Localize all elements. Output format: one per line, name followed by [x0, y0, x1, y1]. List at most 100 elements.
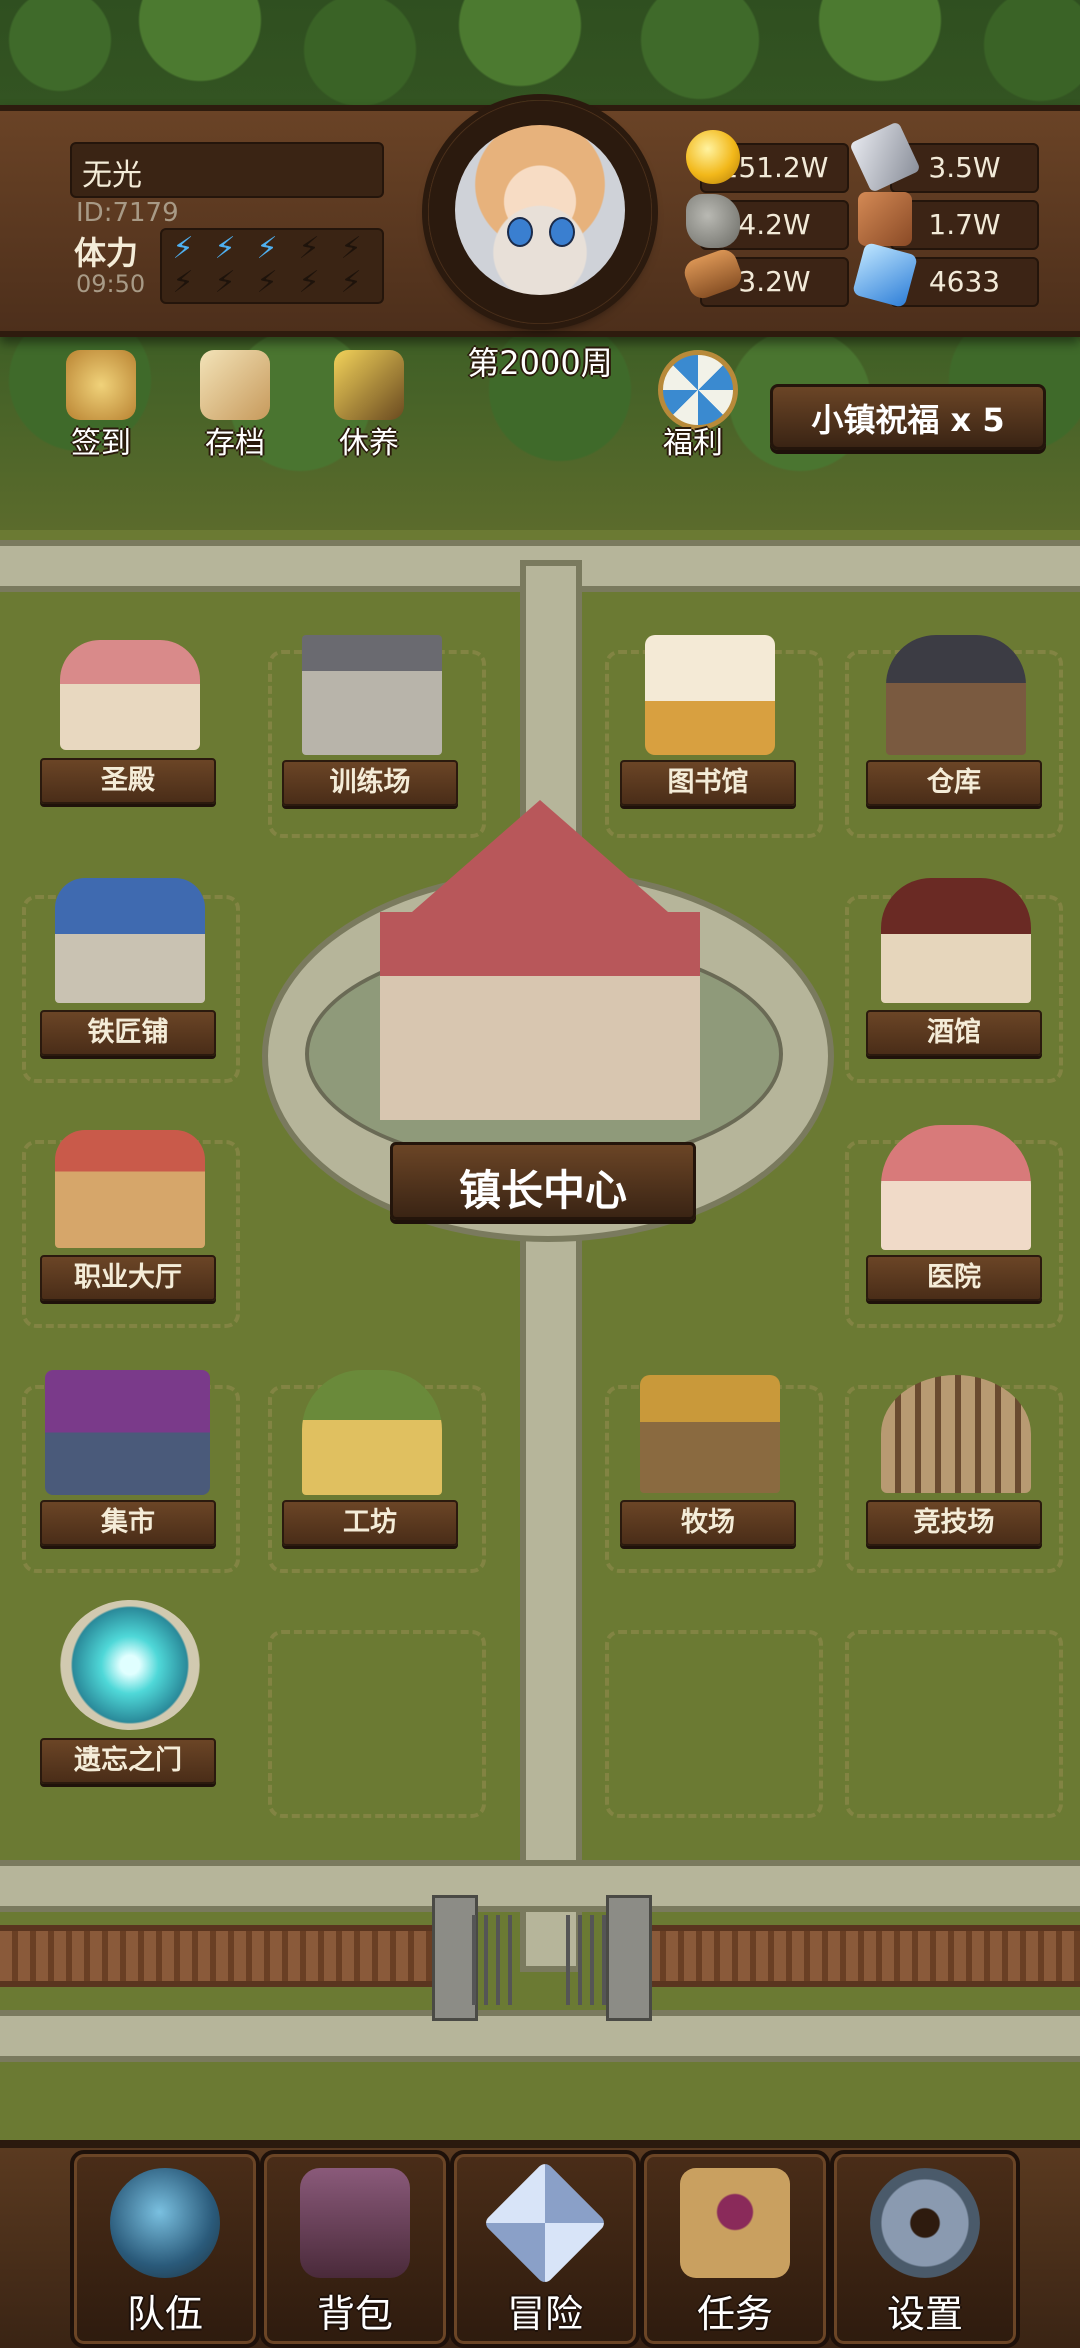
- stamina-label: 体力: [74, 234, 139, 272]
- gate-door-right: [566, 1915, 606, 2005]
- stamina-meter: ⚡ ⚡ ⚡ ⚡ ⚡ ⚡ ⚡ ⚡ ⚡ ⚡: [160, 228, 384, 304]
- nav-bag-label: 背包: [316, 2292, 393, 2336]
- avatar[interactable]: [455, 125, 625, 295]
- welfare-label: 福利: [663, 426, 723, 461]
- gate-post-right: [606, 1895, 652, 2021]
- rest-button[interactable]: 休养: [314, 350, 424, 461]
- ranch-label: 牧场: [620, 1500, 796, 1546]
- town-blessing-button[interactable]: 小镇祝福 x 5: [770, 384, 1046, 450]
- hospital-label: 医院: [866, 1255, 1042, 1301]
- tavern-building[interactable]: 酒馆: [866, 870, 1046, 1060]
- library-building[interactable]: 图书馆: [620, 625, 800, 815]
- portal-building[interactable]: 遗忘之门: [40, 1590, 220, 1790]
- job-hall-label: 职业大厅: [40, 1255, 216, 1301]
- training-building[interactable]: 训练场: [282, 625, 462, 815]
- sign-in-button[interactable]: 签到: [46, 350, 156, 461]
- helmet-icon: [110, 2168, 220, 2278]
- quest-scroll-icon: [680, 2168, 790, 2278]
- tavern-icon: [881, 878, 1031, 1003]
- portal-label: 遗忘之门: [40, 1738, 216, 1784]
- nav-team-button[interactable]: 队伍: [70, 2150, 260, 2348]
- empty-plot-3[interactable]: [845, 1630, 1063, 1818]
- shrine-label: 圣殿: [40, 758, 216, 804]
- arena-building[interactable]: 竞技场: [866, 1360, 1046, 1550]
- fence-right: [630, 1925, 1080, 1987]
- leather-icon: [858, 192, 912, 246]
- arena-colosseum-icon: [881, 1375, 1031, 1493]
- welfare-button[interactable]: 福利: [638, 350, 748, 461]
- tavern-label: 酒馆: [866, 1010, 1042, 1056]
- market-tent-icon: [45, 1370, 210, 1495]
- rest-scroll-icon: [334, 350, 404, 420]
- market-building[interactable]: 集市: [40, 1360, 220, 1550]
- player-id: ID:7179: [76, 198, 179, 228]
- sign-in-icon: [66, 350, 136, 420]
- week-label: 第2000周: [467, 344, 613, 382]
- workshop-icon: [302, 1370, 442, 1495]
- save-button[interactable]: 存档: [180, 350, 290, 461]
- stone-icon: [686, 194, 740, 248]
- stamina-bolt-filled-icon: ⚡: [172, 231, 194, 266]
- workshop-label: 工坊: [282, 1500, 458, 1546]
- town-hall-label: 镇长中心: [458, 1166, 627, 1215]
- stamina-bolt-empty-icon: ⚡: [172, 265, 194, 300]
- avatar-eye-left: [507, 217, 533, 247]
- nav-quest-button[interactable]: 任务: [640, 2150, 830, 2348]
- blacksmith-label: 铁匠铺: [40, 1010, 216, 1056]
- save-label: 存档: [205, 426, 265, 461]
- gate-door-left: [472, 1915, 512, 2005]
- player-name-panel[interactable]: 无光: [70, 142, 384, 198]
- rest-label: 休养: [339, 426, 399, 461]
- gear-icon: [870, 2168, 980, 2278]
- blacksmith-building[interactable]: 铁匠铺: [40, 870, 220, 1060]
- shrine-icon: [60, 640, 200, 750]
- market-label: 集市: [40, 1500, 216, 1546]
- hospital-building[interactable]: 医院: [866, 1115, 1046, 1305]
- blacksmith-icon: [55, 878, 205, 1003]
- scroll-icon: [200, 350, 270, 420]
- road-bottom: [0, 1860, 1080, 1912]
- nav-settings-button[interactable]: 设置: [830, 2150, 1020, 2348]
- warehouse-label: 仓库: [866, 760, 1042, 806]
- stamina-bolt-empty-icon: ⚡: [256, 265, 278, 300]
- shrine-building[interactable]: 圣殿: [40, 630, 220, 810]
- stamina-bolt-empty-icon: ⚡: [298, 265, 320, 300]
- crossed-swords-icon: [482, 2160, 608, 2286]
- town-hall-label-plate: 镇长中心: [390, 1142, 696, 1220]
- town-hall-icon: [380, 800, 700, 1120]
- job-hall-icon: [55, 1130, 205, 1248]
- road-lower: [0, 2010, 1080, 2062]
- empty-plot-1[interactable]: [268, 1630, 486, 1818]
- player-name: 无光: [82, 158, 142, 193]
- ranch-building[interactable]: 牧场: [620, 1360, 800, 1550]
- nav-settings-label: 设置: [886, 2292, 963, 2336]
- ranch-barn-icon: [640, 1375, 780, 1493]
- warehouse-icon: [886, 635, 1026, 755]
- fence-left: [0, 1925, 450, 1987]
- workshop-building[interactable]: 工坊: [282, 1360, 462, 1550]
- warehouse-building[interactable]: 仓库: [866, 625, 1046, 815]
- portal-swirl-icon: [60, 1600, 200, 1730]
- empty-plot-2[interactable]: [605, 1630, 823, 1818]
- backpack-icon: [300, 2168, 410, 2278]
- nav-adventure-label: 冒险: [506, 2292, 583, 2336]
- town-hall-building[interactable]: 镇长中心: [360, 790, 720, 1230]
- stamina-bolt-empty-icon: ⚡: [340, 265, 362, 300]
- stamina-bolt-empty-icon: ⚡: [340, 231, 362, 266]
- sign-in-label: 签到: [71, 426, 131, 461]
- town-blessing-label: 小镇祝福 x 5: [811, 401, 1005, 439]
- stamina-bolt-empty-icon: ⚡: [214, 265, 236, 300]
- hospital-icon: [881, 1125, 1031, 1250]
- job-hall-building[interactable]: 职业大厅: [40, 1115, 220, 1305]
- stamina-bolt-filled-icon: ⚡: [256, 231, 278, 266]
- nav-bag-button[interactable]: 背包: [260, 2150, 450, 2348]
- avatar-eye-right: [549, 217, 575, 247]
- nav-adventure-button[interactable]: 冒险: [450, 2150, 640, 2348]
- nav-team-label: 队伍: [126, 2292, 203, 2336]
- stamina-bolt-empty-icon: ⚡: [298, 231, 320, 266]
- road-center-vertical: [520, 560, 582, 1972]
- gold-coin-icon: [686, 130, 740, 184]
- arena-label: 竞技场: [866, 1500, 1042, 1546]
- training-icon: [302, 635, 442, 755]
- library-book-icon: [645, 635, 775, 755]
